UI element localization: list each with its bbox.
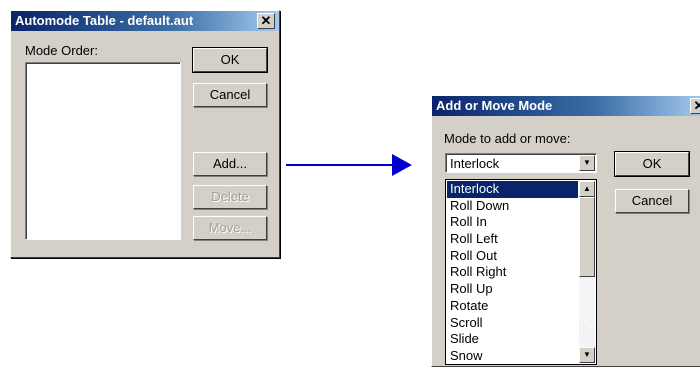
- ok-button[interactable]: OK: [614, 151, 690, 177]
- chevron-down-icon[interactable]: ▼: [579, 155, 595, 171]
- list-scrollbar[interactable]: ▲ ▼: [579, 181, 595, 363]
- move-button[interactable]: Move...: [193, 216, 267, 240]
- add-button[interactable]: Add...: [193, 152, 267, 176]
- list-item[interactable]: Scroll: [447, 315, 578, 332]
- delete-button[interactable]: Delete: [193, 185, 267, 209]
- automode-title-bar: Automode Table - default.aut: [11, 11, 279, 31]
- mode-to-add-label: Mode to add or move:: [444, 131, 571, 146]
- ok-button[interactable]: OK: [192, 47, 268, 73]
- cancel-button[interactable]: Cancel: [615, 189, 689, 213]
- list-item[interactable]: Roll Right: [447, 264, 578, 281]
- list-item[interactable]: Roll Left: [447, 231, 578, 248]
- list-item[interactable]: Roll Down: [447, 198, 578, 215]
- list-item[interactable]: Interlock: [447, 181, 578, 198]
- scroll-up-icon[interactable]: ▲: [579, 181, 595, 197]
- mode-options: Interlock Roll Down Roll In Roll Left Ro…: [447, 181, 578, 365]
- close-icon[interactable]: ✕: [690, 98, 700, 114]
- list-item[interactable]: Roll In: [447, 214, 578, 231]
- mode-order-list[interactable]: [25, 62, 181, 240]
- scrollbar-thumb[interactable]: [579, 197, 595, 277]
- mode-combo-box[interactable]: Interlock ▼: [445, 153, 597, 173]
- right-arrow-icon: [286, 154, 412, 176]
- add-move-mode-dialog: Add or Move Mode ✕ Mode to add or move: …: [431, 95, 700, 367]
- close-icon[interactable]: ✕: [257, 13, 275, 29]
- automode-table-dialog: Automode Table - default.aut ✕ Mode Orde…: [10, 10, 280, 258]
- list-item[interactable]: Roll Up: [447, 281, 578, 298]
- scroll-down-icon[interactable]: ▼: [579, 347, 595, 363]
- list-item[interactable]: Snow: [447, 348, 578, 365]
- cancel-button[interactable]: Cancel: [193, 83, 267, 107]
- add-move-title-bar: Add or Move Mode: [432, 96, 700, 116]
- mode-order-label: Mode Order:: [25, 43, 98, 58]
- list-item[interactable]: Slide: [447, 331, 578, 348]
- mode-dropdown-list[interactable]: Interlock Roll Down Roll In Roll Left Ro…: [445, 179, 597, 365]
- list-item[interactable]: Rotate: [447, 298, 578, 315]
- combo-selected-value: Interlock: [450, 156, 500, 171]
- add-move-title: Add or Move Mode: [436, 98, 553, 113]
- list-item[interactable]: Roll Out: [447, 248, 578, 265]
- automode-title: Automode Table - default.aut: [15, 13, 194, 28]
